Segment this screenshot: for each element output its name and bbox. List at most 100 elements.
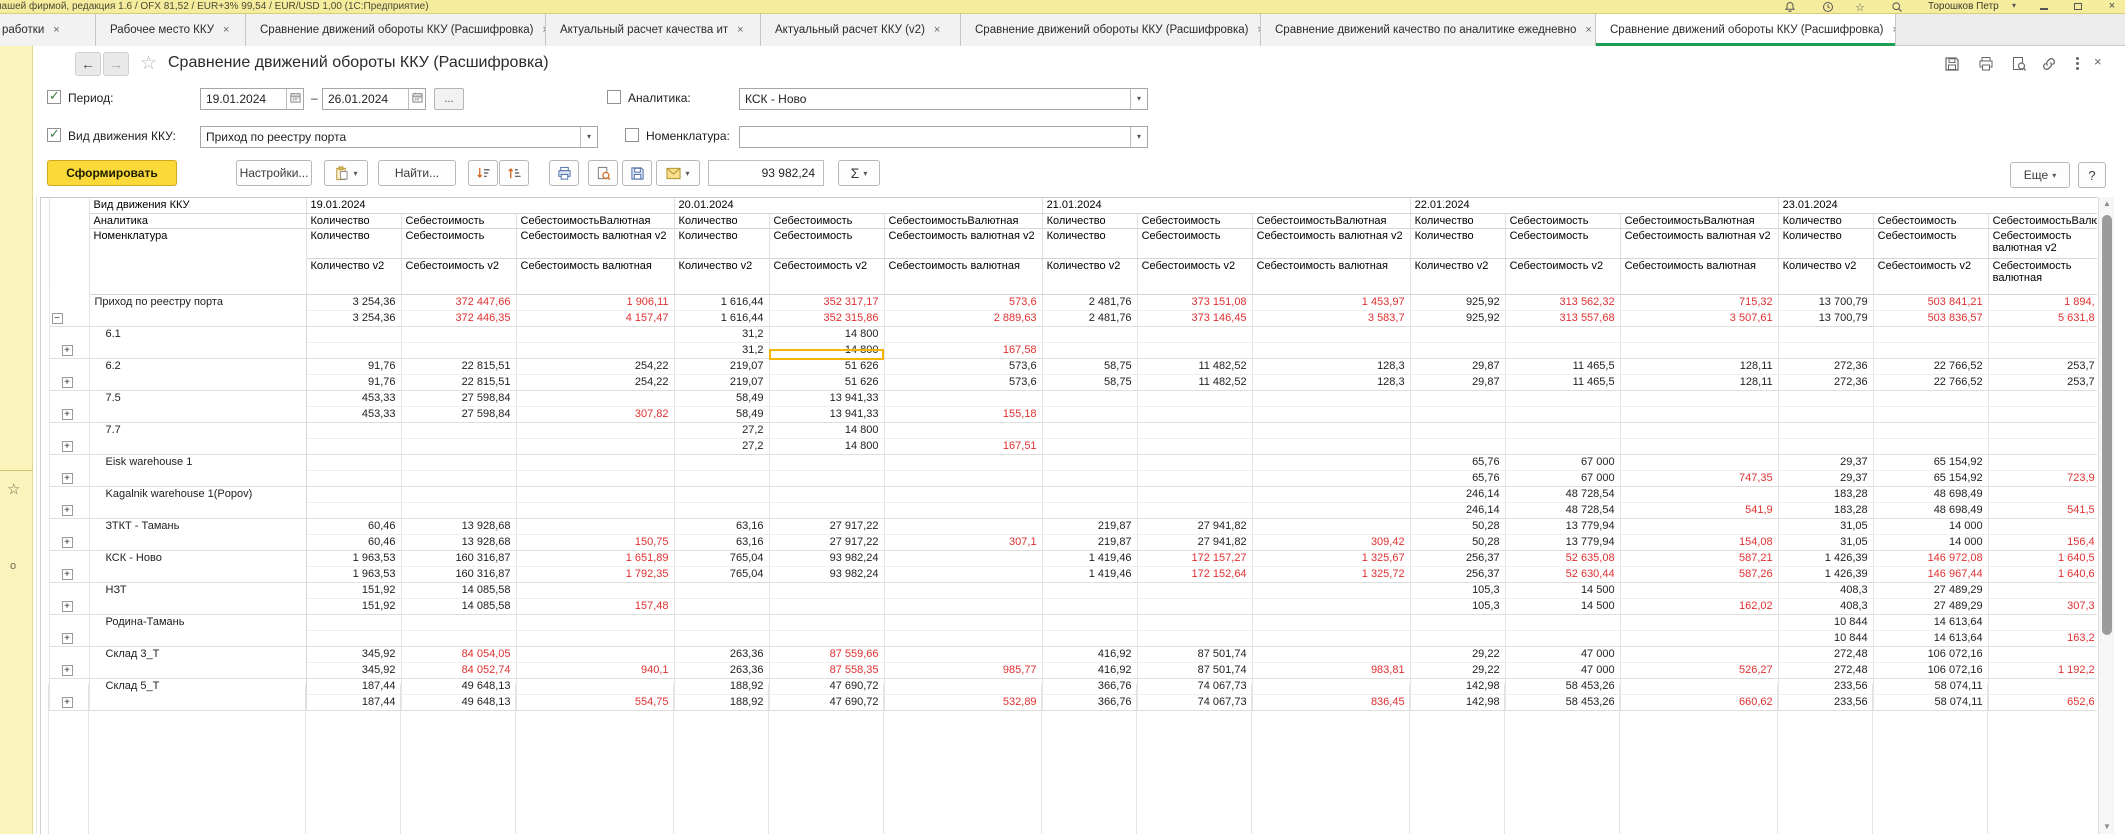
value-cell[interactable] [516,326,674,342]
value-cell[interactable]: 14 613,64 [1873,630,1988,646]
value-cell[interactable]: 29,37 [1778,454,1873,470]
vertical-scrollbar[interactable]: ▲ ▼ [2098,197,2114,834]
value-cell[interactable]: 27,2 [674,422,769,438]
analytics-combobox[interactable]: КСК - Ново ▾ [739,88,1148,110]
value-cell[interactable]: 14 500 [1505,582,1620,598]
value-cell[interactable]: 58,49 [674,406,769,422]
value-cell[interactable]: 22 815,51 [401,374,516,390]
value-cell[interactable]: 172 152,64 [1137,566,1252,582]
value-cell[interactable]: 256,37 [1410,550,1505,566]
value-cell[interactable]: 747,35 [1620,470,1778,486]
value-cell[interactable]: 246,14 [1410,486,1505,502]
value-cell[interactable]: 128,3 [1252,374,1410,390]
scroll-down-icon[interactable]: ▼ [2099,820,2115,834]
value-cell[interactable]: 366,76 [1042,694,1137,710]
value-cell[interactable] [1410,630,1505,646]
value-cell[interactable] [1620,518,1778,534]
value-cell[interactable]: 254,22 [516,374,674,390]
value-cell[interactable] [1988,438,2097,454]
value-cell[interactable] [1988,454,2097,470]
value-cell[interactable]: 105,3 [1410,582,1505,598]
value-cell[interactable]: 65 154,92 [1873,470,1988,486]
value-cell[interactable] [401,486,516,502]
expand-group-icon[interactable]: + [62,441,73,452]
tab-close-icon[interactable]: × [1585,24,1591,36]
value-cell[interactable] [1252,630,1410,646]
send-email-button[interactable]: ▾ [656,160,700,186]
value-cell[interactable]: 13 928,68 [401,534,516,550]
value-cell[interactable]: 27 489,29 [1873,582,1988,598]
value-cell[interactable] [1778,326,1873,342]
value-cell[interactable]: 233,56 [1778,694,1873,710]
value-cell[interactable] [1620,406,1778,422]
value-cell[interactable]: 27,2 [674,438,769,454]
value-cell[interactable] [306,614,401,630]
value-cell[interactable]: 47 690,72 [769,694,884,710]
value-cell[interactable]: 14 800 [769,326,884,342]
value-cell[interactable] [401,502,516,518]
value-cell[interactable]: 13 941,33 [769,390,884,406]
value-cell[interactable]: 345,92 [306,662,401,678]
value-cell[interactable] [769,614,884,630]
value-cell[interactable]: 219,87 [1042,518,1137,534]
bell-icon[interactable] [1784,1,1797,13]
value-cell[interactable]: 187,44 [306,678,401,694]
value-cell[interactable]: 14 085,58 [401,582,516,598]
value-cell[interactable]: 142,98 [1410,694,1505,710]
value-cell[interactable]: 541,5 [1988,502,2097,518]
value-cell[interactable] [674,630,769,646]
value-cell[interactable]: 58,75 [1042,374,1137,390]
value-cell[interactable]: 313 562,32 [1505,294,1620,310]
value-cell[interactable] [1042,614,1137,630]
value-cell[interactable] [401,614,516,630]
value-cell[interactable] [1778,422,1873,438]
generate-button[interactable]: Сформировать [47,160,177,186]
value-cell[interactable]: 13 941,33 [769,406,884,422]
value-cell[interactable]: 151,92 [306,582,401,598]
value-cell[interactable] [1410,614,1505,630]
value-cell[interactable] [1137,630,1252,646]
value-cell[interactable] [1137,438,1252,454]
value-cell[interactable] [884,470,1042,486]
analytics-checkbox[interactable] [607,90,621,104]
save-icon[interactable] [1944,56,1961,73]
value-cell[interactable] [401,454,516,470]
value-cell[interactable] [674,454,769,470]
value-cell[interactable]: 1 453,97 [1252,294,1410,310]
value-cell[interactable] [884,614,1042,630]
value-cell[interactable]: 22 766,52 [1873,358,1988,374]
value-cell[interactable]: 13 779,94 [1505,534,1620,550]
row-label[interactable]: НЗТ [89,582,306,614]
tab-2[interactable]: Рабочее место ККУ× [96,14,246,46]
expand-group-icon[interactable]: + [62,665,73,676]
value-cell[interactable] [1873,406,1988,422]
expand-group-icon[interactable]: + [62,537,73,548]
value-cell[interactable]: 188,92 [674,678,769,694]
value-cell[interactable]: 408,3 [1778,598,1873,614]
value-cell[interactable] [884,454,1042,470]
value-cell[interactable] [1988,326,2097,342]
value-cell[interactable] [1042,406,1137,422]
value-cell[interactable]: 526,27 [1620,662,1778,678]
value-cell[interactable] [306,422,401,438]
value-cell[interactable]: 146 967,44 [1873,566,1988,582]
value-cell[interactable]: 3 254,36 [306,294,401,310]
value-cell[interactable] [884,422,1042,438]
expand-group-icon[interactable]: + [62,409,73,420]
value-cell[interactable] [516,582,674,598]
value-cell[interactable]: 416,92 [1042,646,1137,662]
value-cell[interactable]: 58 453,26 [1505,678,1620,694]
value-cell[interactable]: 532,89 [884,694,1042,710]
value-cell[interactable]: 372 447,66 [401,294,516,310]
value-cell[interactable]: 27 598,84 [401,406,516,422]
value-cell[interactable]: 60,46 [306,518,401,534]
period-to-input[interactable]: 26.01.2024 [322,88,426,110]
value-cell[interactable] [1988,518,2097,534]
value-cell[interactable]: 27 917,22 [769,518,884,534]
value-cell[interactable]: 63,16 [674,534,769,550]
tab-7[interactable]: Сравнение движений качество по аналитике… [1261,14,1596,46]
value-cell[interactable]: 52 635,08 [1505,550,1620,566]
value-cell[interactable]: 272,36 [1778,358,1873,374]
value-cell[interactable]: 14 000 [1873,518,1988,534]
value-cell[interactable]: 11 465,5 [1505,374,1620,390]
